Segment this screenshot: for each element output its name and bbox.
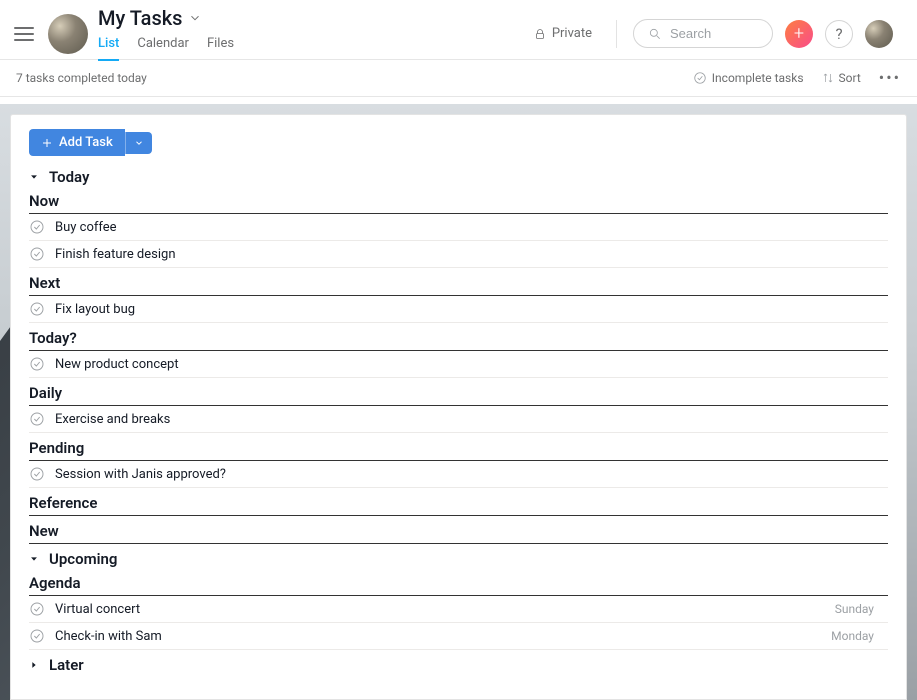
section-title: Later [49, 656, 84, 674]
complete-check-icon[interactable] [29, 628, 45, 644]
section-title: Upcoming [49, 550, 117, 568]
task-row[interactable]: Virtual concert Sunday [29, 596, 888, 623]
sub-bar: 7 tasks completed today Incomplete tasks… [0, 60, 917, 97]
more-menu[interactable]: ••• [879, 70, 901, 86]
section-header[interactable]: Today [29, 168, 888, 186]
user-avatar[interactable] [865, 20, 893, 48]
plus-icon: + [794, 23, 804, 44]
top-bar: My Tasks List Calendar Files Private + ? [0, 0, 917, 60]
tab-calendar[interactable]: Calendar [137, 32, 189, 61]
task-name: Buy coffee [55, 220, 888, 235]
subsection-header[interactable]: Now [29, 188, 888, 214]
section-header[interactable]: Later [29, 656, 888, 674]
tab-files[interactable]: Files [207, 32, 234, 61]
task-name: Exercise and breaks [55, 412, 888, 427]
completed-count: 7 tasks completed today [16, 71, 147, 85]
task-row[interactable]: New product concept [29, 351, 888, 378]
complete-check-icon[interactable] [29, 466, 45, 482]
task-name: New product concept [55, 357, 888, 372]
help-button[interactable]: ? [825, 20, 853, 48]
task-name: Fix layout bug [55, 302, 888, 317]
caret-icon[interactable] [29, 554, 39, 564]
add-task-label: Add Task [59, 135, 113, 150]
subsection-header[interactable]: New [29, 518, 888, 544]
task-row[interactable]: Check-in with Sam Monday [29, 623, 888, 650]
task-list-card: Add Task Today Now Buy coffee Finish featur… [10, 114, 907, 700]
quick-add-button[interactable]: + [785, 20, 813, 48]
search-icon [648, 27, 662, 41]
task-row[interactable]: Exercise and breaks [29, 406, 888, 433]
chevron-down-icon [134, 138, 144, 148]
task-name: Session with Janis approved? [55, 467, 888, 482]
section-title: Today [49, 168, 89, 186]
workspace-avatar[interactable] [48, 14, 88, 54]
add-task-dropdown[interactable] [125, 132, 152, 154]
title-block: My Tasks List Calendar Files [98, 6, 234, 61]
divider [616, 20, 617, 48]
complete-check-icon[interactable] [29, 301, 45, 317]
task-row[interactable]: Fix layout bug [29, 296, 888, 323]
task-row[interactable]: Finish feature design [29, 241, 888, 268]
subsection-header[interactable]: Pending [29, 435, 888, 461]
filter-label: Incomplete tasks [712, 71, 804, 85]
question-icon: ? [835, 25, 842, 43]
task-row[interactable]: Buy coffee [29, 214, 888, 241]
view-tabs: List Calendar Files [98, 32, 234, 61]
page-title: My Tasks [98, 6, 182, 30]
subsection-header[interactable]: Agenda [29, 570, 888, 596]
filter-incomplete[interactable]: Incomplete tasks [693, 71, 804, 85]
chevron-down-icon[interactable] [188, 11, 202, 25]
more-icon: ••• [879, 70, 901, 86]
subsection-header[interactable]: Today? [29, 325, 888, 351]
complete-check-icon[interactable] [29, 356, 45, 372]
task-due-date: Sunday [835, 602, 874, 616]
caret-icon[interactable] [29, 172, 39, 182]
tab-list[interactable]: List [98, 32, 119, 61]
privacy-indicator[interactable]: Private [534, 26, 592, 41]
subsection-header[interactable]: Daily [29, 380, 888, 406]
subsection-header[interactable]: Reference [29, 490, 888, 516]
plus-icon [41, 137, 53, 149]
task-name: Finish feature design [55, 247, 888, 262]
check-circle-icon [693, 71, 707, 85]
caret-icon[interactable] [29, 660, 39, 670]
task-due-date: Monday [831, 629, 874, 643]
privacy-label: Private [552, 26, 592, 41]
lock-icon [534, 27, 546, 41]
sort-label: Sort [839, 71, 861, 85]
task-name: Virtual concert [55, 602, 825, 617]
complete-check-icon[interactable] [29, 219, 45, 235]
sort-icon [822, 72, 834, 84]
task-name: Check-in with Sam [55, 629, 821, 644]
complete-check-icon[interactable] [29, 246, 45, 262]
complete-check-icon[interactable] [29, 411, 45, 427]
task-row[interactable]: Session with Janis approved? [29, 461, 888, 488]
menu-icon[interactable] [14, 27, 34, 41]
sort-button[interactable]: Sort [822, 71, 861, 85]
section-header[interactable]: Upcoming [29, 550, 888, 568]
subsection-header[interactable]: Next [29, 270, 888, 296]
search-input[interactable] [670, 26, 760, 41]
add-task-button[interactable]: Add Task [29, 129, 125, 156]
search-field[interactable] [633, 19, 773, 48]
complete-check-icon[interactable] [29, 601, 45, 617]
